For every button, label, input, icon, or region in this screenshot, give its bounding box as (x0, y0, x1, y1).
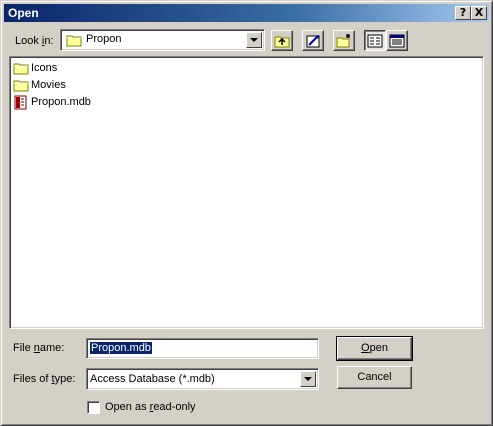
help-button[interactable]: ? (455, 6, 471, 20)
file-type-dropdown-arrow[interactable] (300, 371, 316, 387)
list-item-label: Icons (31, 62, 58, 74)
favorites-button[interactable] (302, 30, 324, 51)
up-one-level-icon (274, 36, 290, 48)
new-folder-icon (336, 34, 350, 48)
new-folder-button[interactable] (333, 30, 355, 51)
list-item-label: Propon.mdb (31, 96, 91, 108)
look-in-combo[interactable]: Propon (60, 29, 265, 51)
file-name-input[interactable]: Propon.mdb (86, 338, 319, 359)
title-bar[interactable]: Open ? X (4, 4, 489, 22)
file-type-combo[interactable]: Access Database (*.mdb) (86, 368, 319, 390)
window-title: Open (8, 6, 39, 20)
details-view-icon (389, 34, 405, 48)
close-button[interactable]: X (471, 6, 487, 20)
read-only-label[interactable]: Open as read-only (105, 401, 196, 413)
favorites-icon (306, 35, 320, 48)
cancel-button[interactable]: Cancel (337, 366, 412, 389)
look-in-dropdown-arrow[interactable] (246, 32, 262, 48)
look-in-label: Look in: (15, 35, 54, 47)
open-button[interactable]: Open (336, 336, 413, 361)
folder-icon (13, 80, 29, 92)
folder-icon (13, 63, 29, 75)
file-type-label: Files of type: (13, 373, 76, 385)
access-database-icon (14, 95, 27, 110)
look-in-value: Propon (86, 33, 122, 45)
list-view-button[interactable] (364, 30, 386, 51)
details-view-button[interactable] (386, 30, 408, 51)
read-only-checkbox[interactable] (87, 401, 100, 414)
file-name-value: Propon.mdb (89, 341, 153, 355)
open-dialog: Open ? X Look in: Propon Icons Movies Pr… (0, 0, 493, 426)
list-view-icon (367, 34, 383, 48)
list-item-label: Movies (31, 79, 66, 91)
folder-icon (66, 35, 82, 47)
file-type-value: Access Database (*.mdb) (90, 373, 215, 385)
up-one-level-button[interactable] (271, 30, 293, 51)
file-name-label: File name: (13, 342, 65, 354)
file-list[interactable]: Icons Movies Propon.mdb (9, 56, 484, 329)
